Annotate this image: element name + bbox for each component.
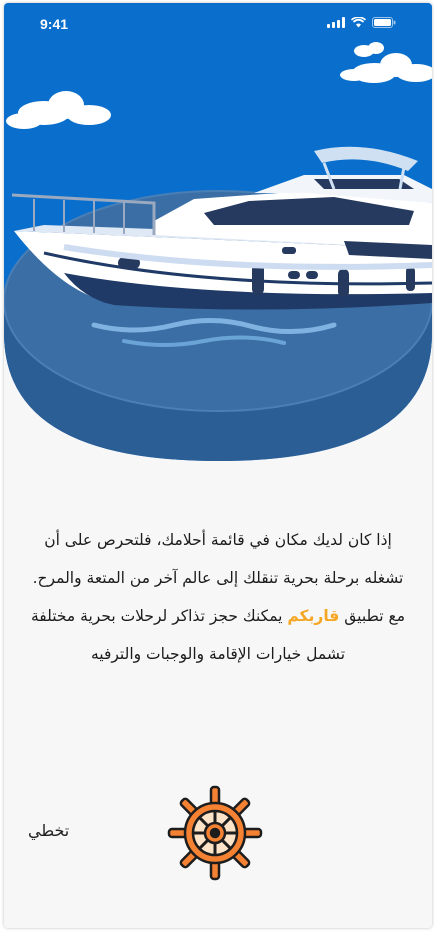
status-time: 9:41 [40, 16, 69, 32]
brand-name: قاربكم [287, 607, 340, 625]
intro-paragraph-1: إذا كان لديك مكان في قائمة أحلامك، فلتحر… [32, 531, 404, 587]
skip-button[interactable]: تخطي [28, 821, 69, 840]
status-bar: 9:41 [4, 3, 432, 47]
wifi-icon [351, 17, 366, 28]
intro-paragraph-2: مع تطبيق قاربكم يمكنك حجز تذاكر لرحلات ب… [24, 597, 412, 673]
intro-prefix: مع تطبيق [339, 607, 406, 625]
status-icons [327, 17, 396, 28]
intro-text: إذا كان لديك مكان في قائمة أحلامك، فلتحر… [24, 521, 412, 673]
ship-wheel-icon[interactable] [167, 785, 263, 881]
app-screen: 9:41 إذا كان لديك مكان في قائمة أحلامك، … [4, 3, 432, 928]
signal-icon [327, 17, 345, 28]
battery-icon [372, 17, 396, 28]
hero-illustration [4, 3, 432, 473]
